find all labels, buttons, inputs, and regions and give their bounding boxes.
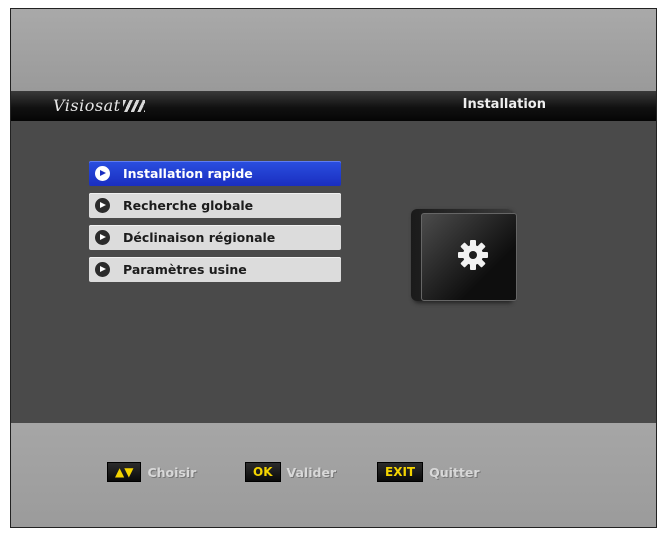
ok-key-icon: OK bbox=[245, 462, 281, 482]
header-bar: Visiosat Installation bbox=[11, 91, 656, 121]
installation-menu: Installation rapide Recherche globale Dé… bbox=[89, 161, 341, 289]
hint-label: Quitter bbox=[429, 464, 480, 480]
page-title: Installation bbox=[462, 97, 546, 112]
hint-quitter[interactable]: EXIT Quitter bbox=[377, 461, 480, 483]
hint-label: Valider bbox=[286, 464, 337, 480]
footer-bar: ▲▼ Choisir OK Valider EXIT Quitter bbox=[11, 423, 656, 527]
arrow-bullet-icon bbox=[95, 262, 110, 277]
main-panel: Installation rapide Recherche globale Dé… bbox=[11, 121, 656, 423]
menu-item-declinaison-regionale[interactable]: Déclinaison régionale bbox=[89, 225, 341, 250]
menu-item-label: Paramètres usine bbox=[123, 262, 247, 277]
menu-item-recherche-globale[interactable]: Recherche globale bbox=[89, 193, 341, 218]
arrow-bullet-icon bbox=[95, 230, 110, 245]
tv-screen: Visiosat Installation Installation rapid… bbox=[10, 8, 657, 528]
brand-logo: Visiosat bbox=[53, 96, 145, 115]
menu-item-label: Recherche globale bbox=[123, 198, 254, 213]
menu-item-installation-rapide[interactable]: Installation rapide bbox=[89, 161, 341, 186]
arrow-bullet-icon bbox=[95, 198, 110, 213]
menu-item-label: Déclinaison régionale bbox=[123, 230, 276, 245]
gear-icon bbox=[458, 240, 488, 270]
menu-item-parametres-usine[interactable]: Paramètres usine bbox=[89, 257, 341, 282]
brand-logo-text: Visiosat bbox=[53, 96, 121, 115]
gear-folder-icon bbox=[411, 209, 519, 301]
brand-stripes-icon bbox=[122, 100, 145, 112]
exit-key-icon: EXIT bbox=[377, 462, 424, 482]
arrow-bullet-icon bbox=[95, 166, 110, 181]
up-down-key-icon: ▲▼ bbox=[107, 462, 142, 482]
top-band bbox=[11, 9, 656, 91]
menu-item-label: Installation rapide bbox=[123, 166, 253, 181]
hint-choisir[interactable]: ▲▼ Choisir bbox=[107, 461, 196, 483]
hint-label: Choisir bbox=[147, 464, 197, 480]
hint-valider[interactable]: OK Valider bbox=[245, 461, 336, 483]
